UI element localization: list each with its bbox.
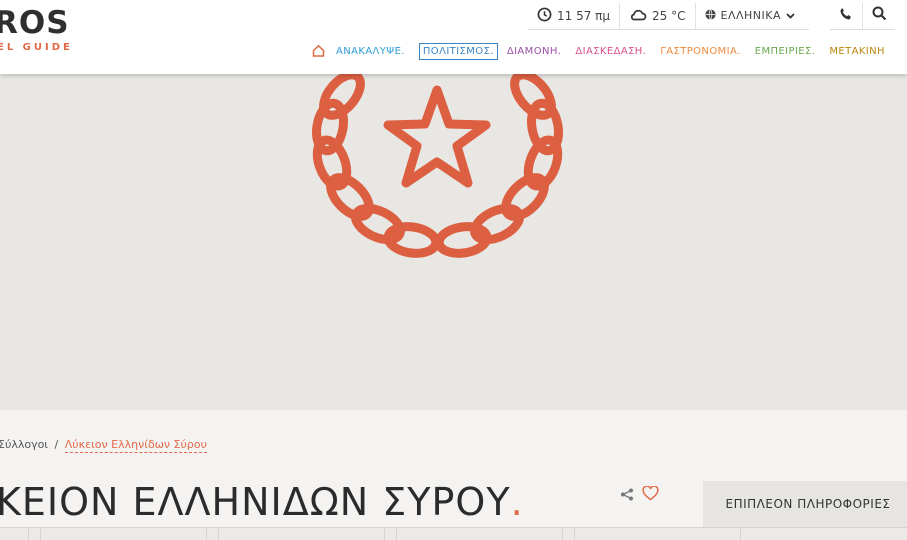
breadcrumb: Σύλλογοι / Λύκειον Ελληνίδων Σύρου [0,438,207,453]
weather-display: 25 °C [619,2,695,30]
time-text: 11 57 πμ [557,8,611,23]
cloud-icon [629,8,652,24]
page-title: ΚΕΙΟΝ ΕΛΛΗΝΙΔΩΝ ΣΥΡΟΥ. [0,480,524,524]
page-actions [620,485,659,505]
search-button[interactable] [862,2,895,30]
nav-item-experiences[interactable]: ΕΜΠΕΙΡΙΕΣ. [755,46,816,57]
site-header: ROS EL GUIDE 11 57 πμ 25 °C ΕΛΛΗΝΙΚΑ ΑΝΑ… [0,0,907,74]
tab-divider [396,528,397,540]
nav-item-culture[interactable]: ΠΟΛΙΤΙΣΜΟΣ. [418,43,498,60]
tab-divider [574,528,575,540]
share-icon[interactable] [620,486,634,505]
breadcrumb-current[interactable]: Λύκειον Ελληνίδων Σύρου [64,438,207,453]
logo[interactable]: ROS [0,6,70,40]
breadcrumb-parent[interactable]: Σύλλογοι [0,438,48,451]
tab-divider [28,528,29,540]
hero-image [0,74,907,410]
tab-divider [740,528,741,540]
breadcrumb-separator: / [54,438,59,451]
phone-icon [839,6,853,25]
logo-subtitle: EL GUIDE [0,42,73,53]
home-icon[interactable] [312,44,325,60]
tab-divider [384,528,385,540]
tab-divider [562,528,563,540]
nav-item-accommodation[interactable]: ΔΙΑΜΟΝΗ. [507,46,562,57]
tab-divider [218,528,219,540]
nav-item-entertainment[interactable]: ΔΙΑΣΚΕΔΑΣΗ. [575,46,646,57]
header-icon-group [830,2,895,30]
nav-item-discover[interactable]: ΑΝΑΚΑΛΥΨΕ. [336,46,405,57]
time-display: 11 57 πμ [528,3,620,30]
temperature-text: 25 °C [652,8,686,23]
search-icon [872,6,887,25]
star-wreath-emblem [312,74,563,258]
title-accent-dot: . [510,480,524,524]
nav-item-transport[interactable]: ΜΕΤΑΚΙΝΗ [829,46,885,57]
top-utility-bar: 11 57 πμ 25 °C ΕΛΛΗΝΙΚΑ [528,2,809,30]
phone-button[interactable] [830,3,862,30]
language-label: ΕΛΛΗΝΙΚΑ [720,9,781,22]
bottom-tab-strip [0,527,907,540]
tab-divider [40,528,41,540]
more-info-button[interactable]: ΕΠΙΠΛΕΟΝ ΠΛΗΡΟΦΟΡΙΕΣ [703,481,907,527]
language-selector[interactable]: ΕΛΛΗΝΙΚΑ [694,2,809,30]
page-title-text: ΚΕΙΟΝ ΕΛΛΗΝΙΔΩΝ ΣΥΡΟΥ [0,480,511,524]
globe-icon [704,8,721,23]
clock-icon [537,7,557,25]
heart-icon[interactable] [642,485,659,505]
more-info-label: ΕΠΙΠΛΕΟΝ ΠΛΗΡΟΦΟΡΙΕΣ [725,497,891,511]
main-navigation: ΑΝΑΚΑΛΥΨΕ. ΠΟΛΙΤΙΣΜΟΣ. ΔΙΑΜΟΝΗ. ΔΙΑΣΚΕΔΑ… [312,43,899,60]
tab-divider [206,528,207,540]
chevron-down-icon [786,9,800,22]
nav-item-gastronomy[interactable]: ΓΑΣΤΡΟΝΟΜΙΑ. [660,46,741,57]
